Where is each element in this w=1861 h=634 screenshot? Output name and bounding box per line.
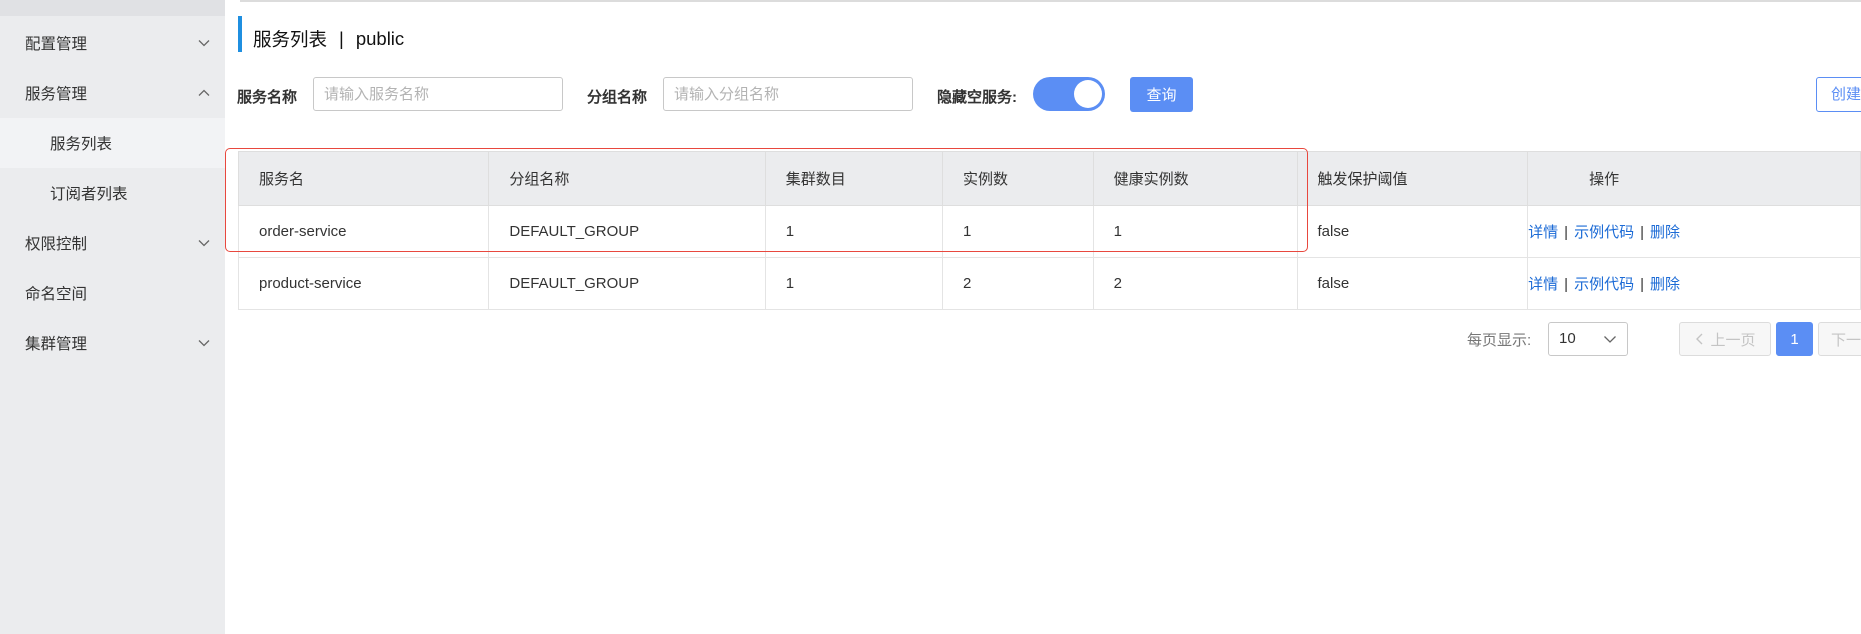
cell-protect-threshold: false [1296, 257, 1529, 310]
cell-operations: 详情 | 示例代码 | 删除 [1527, 257, 1861, 310]
prev-page-button[interactable]: 上一页 [1679, 322, 1771, 356]
chevron-down-icon [198, 40, 210, 47]
title-accent-bar [238, 16, 242, 52]
sidebar-item-access-control[interactable]: 权限控制 [0, 218, 225, 268]
delete-link[interactable]: 删除 [1650, 224, 1680, 241]
detail-link[interactable]: 详情 [1528, 276, 1558, 293]
column-header-service-name: 服务名 [237, 151, 490, 206]
next-page-button[interactable]: 下一页 [1818, 322, 1861, 356]
cell-healthy-count: 2 [1092, 257, 1298, 310]
sidebar-item-label: 配置管理 [25, 36, 88, 53]
current-page-button[interactable]: 1 [1776, 322, 1813, 356]
sidebar-item-cluster-management[interactable]: 集群管理 [0, 318, 225, 368]
sidebar-item-label: 命名空间 [25, 286, 88, 303]
column-header-healthy-count: 健康实例数 [1092, 151, 1298, 206]
action-separator: | [1640, 276, 1644, 293]
action-separator: | [1564, 224, 1569, 241]
chevron-up-icon [198, 89, 210, 96]
sidebar-item-label: 权限控制 [25, 236, 88, 253]
cell-group-name: DEFAULT_GROUP [488, 257, 766, 310]
namespace-name: public [355, 28, 405, 49]
column-header-group-name: 分组名称 [488, 151, 766, 206]
page-size-label: 每页显示: [1467, 332, 1532, 349]
chevron-left-icon [1696, 333, 1703, 345]
cell-healthy-count: 1 [1092, 205, 1298, 258]
sidebar-item-service-management[interactable]: 服务管理 [0, 68, 225, 118]
chevron-down-icon [198, 240, 210, 247]
sidebar-item-label: 服务管理 [25, 86, 88, 103]
group-name-label: 分组名称 [587, 89, 648, 106]
hide-empty-toggle[interactable] [1033, 77, 1105, 111]
cell-instance-count: 1 [942, 205, 1094, 258]
cell-protect-threshold: false [1296, 205, 1529, 258]
delete-link[interactable]: 删除 [1650, 276, 1680, 293]
page-title-text: 服务列表 [253, 29, 328, 50]
cell-operations: 详情 | 示例代码 | 删除 [1527, 205, 1861, 258]
sidebar-item-label: 集群管理 [25, 336, 88, 353]
service-name-label: 服务名称 [237, 89, 298, 106]
prev-page-label: 上一页 [1710, 331, 1756, 349]
cell-service-name: product-service [237, 257, 490, 310]
query-button[interactable]: 查询 [1130, 77, 1193, 112]
page-title: 服务列表 | public [253, 26, 404, 52]
group-name-input[interactable] [663, 77, 913, 111]
detail-link[interactable]: 详情 [1528, 224, 1558, 241]
sidebar-item-label: 服务列表 [50, 136, 113, 153]
sample-code-link[interactable]: 示例代码 [1574, 276, 1634, 293]
sidebar-item-subscriber-list[interactable]: 订阅者列表 [0, 168, 225, 218]
action-separator: | [1640, 224, 1644, 241]
cell-group-name: DEFAULT_GROUP [488, 205, 766, 258]
cell-cluster-count: 1 [764, 257, 944, 310]
chevron-down-icon [1604, 336, 1616, 343]
column-header-protect-threshold: 触发保护阈值 [1296, 151, 1529, 206]
sidebar-top-strip [0, 0, 225, 16]
cell-service-name: order-service [237, 205, 490, 258]
sidebar: 配置管理 服务管理 服务列表 订阅者列表 权限控制 命名空间 集群管理 [0, 0, 225, 634]
service-name-input[interactable] [313, 77, 563, 111]
hide-empty-label: 隐藏空服务: [937, 89, 1017, 106]
column-header-instance-count: 实例数 [942, 151, 1094, 206]
next-page-label: 下一页 [1831, 331, 1861, 349]
title-separator: | [339, 28, 344, 49]
sidebar-item-service-list[interactable]: 服务列表 [0, 118, 225, 168]
cell-cluster-count: 1 [764, 205, 944, 258]
chevron-down-icon [198, 340, 210, 347]
table-header-row: 服务名 分组名称 集群数目 实例数 健康实例数 触发保护阈值 操作 [237, 151, 1861, 206]
action-separator: | [1564, 276, 1569, 293]
sidebar-item-label: 订阅者列表 [50, 186, 128, 203]
page-size-value: 10 [1559, 330, 1576, 347]
create-service-button[interactable]: 创建服务 [1816, 77, 1861, 112]
sidebar-item-config-management[interactable]: 配置管理 [0, 18, 225, 68]
column-header-operations: 操作 [1527, 151, 1861, 206]
cell-instance-count: 2 [942, 257, 1094, 310]
table-row: product-service DEFAULT_GROUP 1 2 2 fals… [237, 257, 1861, 310]
top-divider [240, 0, 1861, 2]
sidebar-item-namespace[interactable]: 命名空间 [0, 268, 225, 318]
service-table: 服务名 分组名称 集群数目 实例数 健康实例数 触发保护阈值 操作 order-… [237, 151, 1861, 310]
column-header-cluster-count: 集群数目 [764, 151, 944, 206]
table-row: order-service DEFAULT_GROUP 1 1 1 false … [237, 205, 1861, 258]
toggle-knob [1074, 80, 1102, 108]
page-size-select[interactable]: 10 [1548, 322, 1628, 356]
sample-code-link[interactable]: 示例代码 [1574, 224, 1634, 241]
